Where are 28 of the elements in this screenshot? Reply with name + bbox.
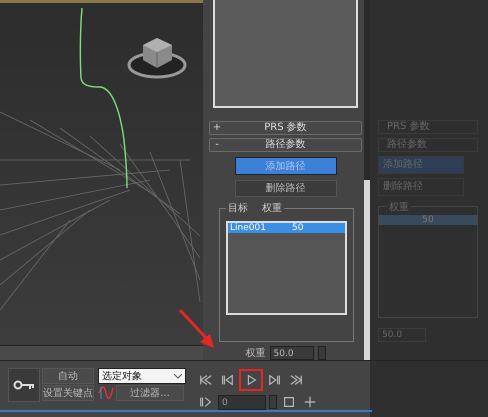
key-filter-dropdown[interactable]: 选定对象	[98, 368, 186, 384]
delete-path-button[interactable]: 删除路径	[234, 180, 336, 198]
key-mode-icon	[199, 395, 213, 409]
scrollbar[interactable]	[364, 0, 370, 360]
weight-label: 权重	[246, 346, 266, 360]
go-to-end-icon	[289, 373, 303, 387]
weight-field[interactable]: 50.0	[270, 346, 314, 360]
spline-path[interactable]	[80, 8, 128, 188]
previous-frame-icon	[220, 373, 234, 387]
auto-key-button[interactable]: 自动	[42, 368, 94, 384]
list-row: 50	[379, 215, 477, 225]
list-row[interactable]: Line001 50	[228, 223, 345, 234]
next-frame-icon	[268, 373, 282, 387]
filters-button[interactable]: 过滤器...	[116, 385, 184, 401]
column-header: 目标	[228, 202, 248, 216]
highlighted-play-button[interactable]	[239, 369, 263, 391]
key-button[interactable]	[8, 368, 40, 402]
go-to-start-icon	[199, 373, 213, 387]
frame-field[interactable]: 0	[218, 394, 266, 410]
curve-icon[interactable]	[98, 385, 114, 401]
set-key-button[interactable]: 设置关键点	[42, 385, 94, 401]
chevron-icon	[174, 374, 182, 378]
viewcube-icon[interactable]	[128, 38, 186, 78]
rollout-header[interactable]: + PRS 参数	[209, 120, 362, 135]
column-header: 权重	[262, 202, 282, 216]
key-icon	[13, 380, 35, 390]
add-path-button[interactable]: 添加路径	[234, 156, 336, 174]
rollout-header[interactable]: - 路径参数	[209, 138, 362, 152]
